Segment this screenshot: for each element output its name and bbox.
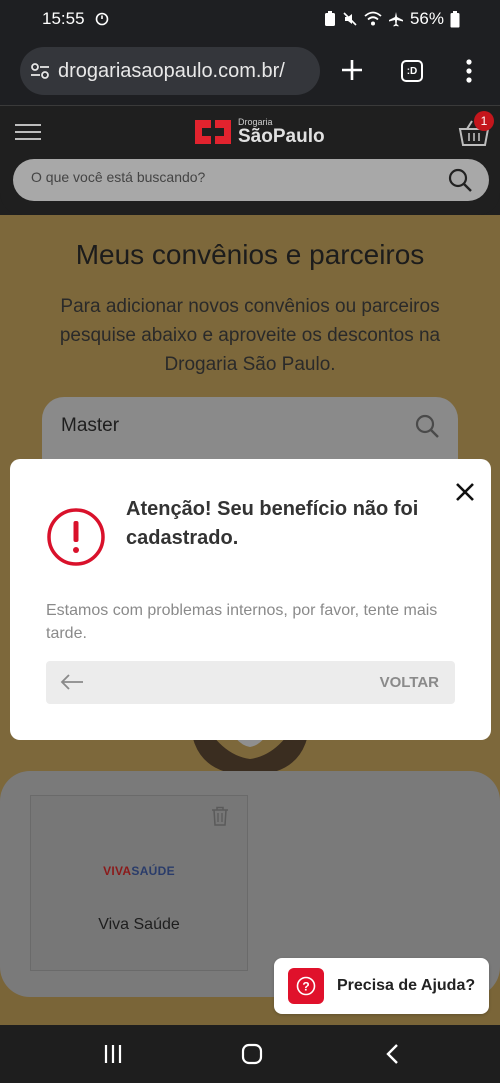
help-icon: ? (288, 968, 324, 1004)
trash-icon[interactable] (211, 806, 229, 826)
close-icon[interactable] (454, 481, 476, 503)
back-button-label: VOLTAR (379, 674, 439, 691)
battery-icon (450, 10, 460, 27)
modal-message: Estamos com problemas internos, por favo… (46, 602, 438, 642)
logo-big-text: SãoPaulo (238, 126, 325, 147)
partner-logo: VIVASAÚDE (103, 864, 175, 878)
new-tab-icon[interactable] (339, 57, 365, 83)
home-icon[interactable] (241, 1043, 263, 1065)
site-logo[interactable]: Drogaria SãoPaulo (195, 118, 325, 146)
cart-count-badge: 1 (474, 111, 494, 131)
error-modal: Atenção! Seu benefício não foi cadastrad… (10, 459, 491, 740)
logo-mark-icon (195, 120, 231, 144)
browser-toolbar: drogariasaopaulo.com.br/ :D (0, 38, 500, 106)
partner-name: Viva Saúde (98, 916, 180, 933)
status-bar: 15:55 56% (0, 0, 500, 38)
recents-icon[interactable] (103, 1044, 123, 1064)
site-search-bar (13, 159, 489, 201)
airplane-icon (388, 12, 403, 27)
search-icon[interactable] (414, 413, 440, 439)
url-text[interactable]: drogariasaopaulo.com.br/ (58, 60, 285, 83)
back-icon[interactable] (384, 1043, 400, 1065)
back-button[interactable]: VOLTAR (46, 661, 455, 704)
page-description: Para adicionar novos convênios ou parcei… (59, 296, 441, 375)
partner-search-value[interactable]: Master (61, 415, 119, 437)
battery-percent: 56% (409, 9, 444, 28)
battery-saver-icon (324, 11, 335, 26)
more-options-icon[interactable] (464, 58, 474, 84)
site-header: Drogaria SãoPaulo 1 (0, 107, 500, 215)
help-button-label: Precisa de Ajuda? (337, 977, 476, 994)
help-button[interactable]: ? Precisa de Ajuda? (274, 958, 489, 1014)
site-search-input[interactable] (31, 169, 441, 185)
partner-card[interactable]: VIVASAÚDE Viva Saúde (30, 795, 248, 971)
page-title: Meus convênios e parceiros (75, 239, 425, 270)
tab-switcher-button[interactable]: :D (401, 60, 423, 82)
system-nav-bar (0, 1025, 500, 1083)
wifi-icon (364, 11, 382, 26)
arrow-left-icon (60, 674, 83, 690)
svg-text:?: ? (302, 980, 309, 994)
address-bar[interactable]: drogariasaopaulo.com.br/ (20, 47, 320, 95)
timer-icon (95, 11, 109, 31)
search-icon[interactable] (447, 167, 473, 193)
menu-icon[interactable] (15, 124, 41, 142)
mute-icon (343, 12, 357, 26)
alert-icon (47, 508, 105, 566)
modal-title: Atenção! Seu benefício não foi cadastrad… (126, 498, 419, 549)
status-icons: 56% (324, 9, 460, 29)
status-time: 15:55 (42, 9, 85, 28)
site-settings-icon[interactable] (30, 62, 50, 80)
